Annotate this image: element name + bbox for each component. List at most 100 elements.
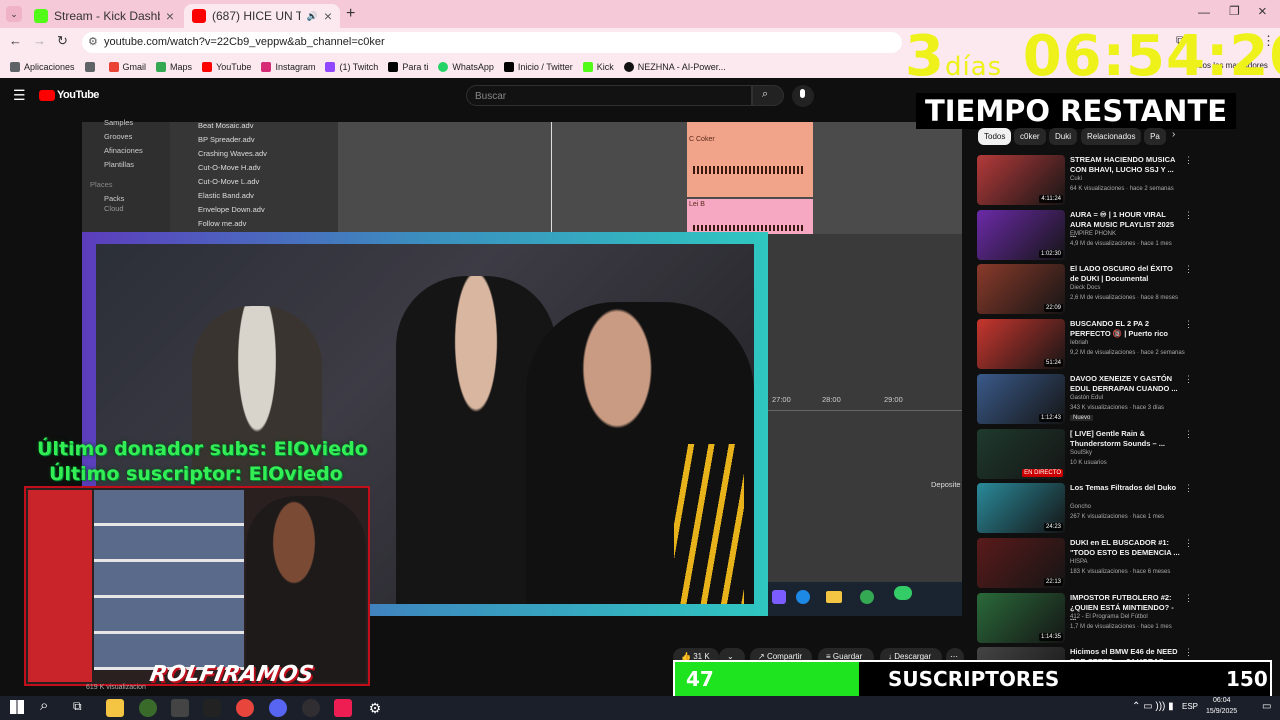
- more-options-icon[interactable]: ⋮: [1184, 593, 1193, 604]
- related-video-item[interactable]: 1:12:43 DAVOO XENEIZE Y GASTÓN EDUL DERRA…: [977, 374, 1193, 424]
- bookmark-apps[interactable]: Aplicaciones: [10, 62, 75, 72]
- related-video-item[interactable]: 24:23 Los Temas Filtrados del Duko Goncho 2…: [977, 483, 1193, 533]
- hamburger-menu-icon[interactable]: ☰: [13, 87, 26, 104]
- more-options-icon[interactable]: ⋮: [1184, 264, 1193, 275]
- bookmark-kick[interactable]: Kick: [582, 62, 614, 72]
- related-video-item[interactable]: 51:24 BUSCANDO EL 2 PA 2 PERFECTO 🔞 | Pue…: [977, 319, 1193, 369]
- video-title[interactable]: STREAM HACIENDO MUSICA CON BHAVI, LUCHO …: [1070, 155, 1180, 175]
- video-title[interactable]: DAVOO XENEIZE Y GASTÓN EDUL DERRAPAN CUA…: [1070, 374, 1180, 394]
- back-icon[interactable]: ←: [9, 33, 22, 48]
- video-channel[interactable]: SoulSky: [1070, 450, 1092, 456]
- more-options-icon[interactable]: ⋮: [1184, 155, 1193, 166]
- bookmark-para-ti[interactable]: Para ti: [388, 62, 428, 72]
- video-thumbnail[interactable]: 22:09: [977, 264, 1065, 314]
- search-button[interactable]: ⌕: [752, 85, 784, 106]
- chip-relacionados[interactable]: Relacionados: [1081, 128, 1142, 145]
- chrome-icon[interactable]: [236, 699, 254, 717]
- video-thumbnail[interactable]: 24:23: [977, 483, 1065, 533]
- video-thumbnail[interactable]: 51:24: [977, 319, 1065, 369]
- related-video-item[interactable]: 1:02:30 AURA = ♾ | 1 HOUR VIRAL AURA MUSI…: [977, 210, 1193, 260]
- chip-c0ker[interactable]: c0ker: [1014, 128, 1046, 145]
- video-channel[interactable]: EMPIRE PHONK: [1070, 231, 1116, 237]
- app-icon[interactable]: [171, 699, 189, 717]
- bookmark-twitch[interactable]: (1) Twitch: [325, 62, 378, 72]
- bookmark-grid[interactable]: [84, 62, 99, 72]
- video-thumbnail[interactable]: 22:13: [977, 538, 1065, 588]
- close-tab-icon[interactable]: ×: [166, 8, 174, 24]
- more-options-icon[interactable]: ⋮: [1184, 483, 1193, 494]
- video-thumbnail[interactable]: 1:12:43: [977, 374, 1065, 424]
- related-video-item[interactable]: EN DIRECTO [ LIVE] Gentle Rain & Thunders…: [977, 429, 1193, 479]
- search-input[interactable]: Buscar: [466, 85, 752, 106]
- reload-icon[interactable]: ↻: [57, 33, 68, 49]
- file-explorer-icon[interactable]: [106, 699, 124, 717]
- video-channel[interactable]: Dieck Docs: [1070, 285, 1100, 291]
- video-thumbnail[interactable]: 1:02:30: [977, 210, 1065, 260]
- new-tab-button[interactable]: +: [346, 5, 355, 23]
- video-channel[interactable]: Gastón Edul: [1070, 395, 1103, 401]
- video-thumbnail[interactable]: 1:14:35: [977, 593, 1065, 643]
- chip-todos[interactable]: Todos: [978, 128, 1012, 145]
- more-options-icon[interactable]: ⋮: [1184, 374, 1193, 385]
- bookmark-nezhna[interactable]: NEZHNA - AI-Power...: [623, 62, 726, 72]
- tab-youtube-video[interactable]: (687) HICE UN TEMA CON DUKI 🔊 ×: [184, 4, 340, 28]
- chevron-right-icon[interactable]: ›: [1172, 129, 1175, 140]
- notifications-icon[interactable]: ▭: [1262, 701, 1271, 712]
- tab-list-button[interactable]: ⌄: [6, 6, 22, 22]
- related-video-item[interactable]: 22:09 El LADO OSCURO del ÉXITO de DUKI | …: [977, 264, 1193, 314]
- more-options-icon[interactable]: ⋮: [1184, 647, 1193, 658]
- bookmark-twitter[interactable]: Inicio / Twitter: [503, 62, 573, 72]
- video-channel[interactable]: Iebriah: [1070, 340, 1088, 346]
- views-fragment: 619 K visualizacion: [86, 684, 146, 691]
- site-info-icon[interactable]: ⚙: [88, 32, 98, 53]
- address-bar[interactable]: ⚙ youtube.com/watch?v=22Cb9_veppw&ab_cha…: [82, 32, 902, 53]
- video-channel[interactable]: 412 - El Programa Del Fútbol: [1070, 614, 1148, 620]
- language-indicator[interactable]: ESP: [1182, 702, 1198, 711]
- chip-pa[interactable]: Pa: [1144, 128, 1166, 145]
- related-video-item[interactable]: 22:13 DUKI en EL BUSCADOR #1: "TODO ESTO …: [977, 538, 1193, 588]
- app-icon[interactable]: [203, 699, 221, 717]
- minimize-button[interactable]: —: [1198, 5, 1210, 19]
- obs-icon[interactable]: [302, 699, 320, 717]
- more-options-icon[interactable]: ⋮: [1184, 319, 1193, 330]
- app-icon[interactable]: [139, 699, 157, 717]
- tray-icons[interactable]: ⌃ ▭ ))) ▮: [1132, 701, 1174, 712]
- tab-kick-dashboard[interactable]: Stream - Kick Dashboard ×: [26, 4, 182, 28]
- taskbar-time[interactable]: 06:04: [1213, 697, 1231, 704]
- speaker-icon[interactable]: 🔊: [307, 11, 318, 22]
- video-title[interactable]: El LADO OSCURO del ÉXITO de DUKI | Docum…: [1070, 264, 1180, 284]
- bookmark-maps[interactable]: Maps: [156, 62, 192, 72]
- close-tab-icon[interactable]: ×: [324, 8, 332, 24]
- video-title[interactable]: BUSCANDO EL 2 PA 2 PERFECTO 🔞 | Puerto r…: [1070, 319, 1180, 339]
- youtube-logo[interactable]: YouTube: [39, 89, 99, 101]
- task-view-icon[interactable]: ⧉: [73, 699, 82, 714]
- close-window-button[interactable]: ×: [1258, 3, 1267, 20]
- video-channel[interactable]: Goncho: [1070, 504, 1091, 510]
- video-channel[interactable]: HISPA: [1070, 559, 1088, 565]
- settings-icon[interactable]: ⚙: [366, 699, 384, 717]
- related-video-item[interactable]: 4:11:24 STREAM HACIENDO MUSICA CON BHAVI,…: [977, 155, 1193, 205]
- video-thumbnail[interactable]: EN DIRECTO: [977, 429, 1065, 479]
- bookmark-whatsapp[interactable]: WhatsApp: [438, 62, 494, 72]
- bookmark-youtube[interactable]: YouTube: [202, 62, 251, 72]
- tiktok-icon[interactable]: [334, 699, 352, 717]
- search-icon[interactable]: ⌕: [40, 697, 48, 714]
- video-title[interactable]: DUKI en EL BUSCADOR #1: "TODO ESTO ES DE…: [1070, 538, 1180, 558]
- video-thumbnail[interactable]: 4:11:24: [977, 155, 1065, 205]
- bookmark-gmail[interactable]: Gmail: [108, 62, 146, 72]
- chip-duki[interactable]: Duki: [1049, 128, 1078, 145]
- windows-start-icon[interactable]: [10, 700, 24, 714]
- restore-button[interactable]: ❐: [1229, 4, 1240, 18]
- more-options-icon[interactable]: ⋮: [1184, 538, 1193, 549]
- related-video-item[interactable]: 1:14:35 IMPOSTOR FUTBOLERO #2: ¿QUIEN EST…: [977, 593, 1193, 643]
- video-title[interactable]: Los Temas Filtrados del Duko: [1070, 483, 1180, 493]
- voice-search-button[interactable]: [792, 85, 814, 107]
- more-options-icon[interactable]: ⋮: [1184, 210, 1193, 221]
- video-title[interactable]: [ LIVE] Gentle Rain & Thunderstorm Sound…: [1070, 429, 1180, 449]
- forward-icon[interactable]: →: [33, 33, 46, 48]
- more-options-icon[interactable]: ⋮: [1184, 429, 1193, 440]
- taskbar-date[interactable]: 15/9/2025: [1206, 708, 1237, 715]
- bookmark-instagram[interactable]: Instagram: [261, 62, 315, 72]
- video-channel[interactable]: Cuki: [1070, 176, 1082, 182]
- discord-icon[interactable]: [269, 699, 287, 717]
